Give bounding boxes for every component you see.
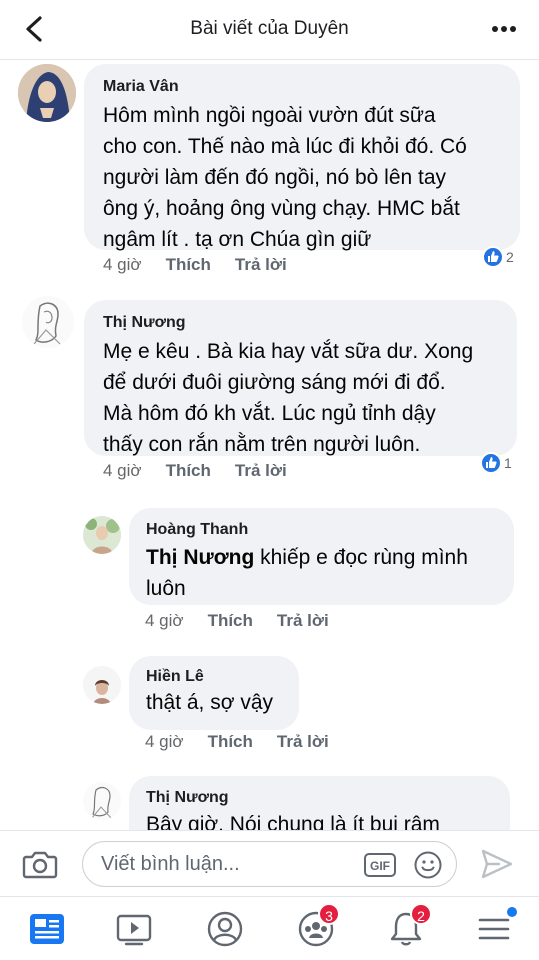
reply-button[interactable]: Trả lời: [235, 461, 287, 480]
like-button[interactable]: Thích: [166, 255, 211, 274]
gif-icon[interactable]: GIF: [363, 852, 397, 878]
reaction-count[interactable]: 2: [482, 246, 514, 268]
comment-line: ông ý, hoảng ông vùng chạy. HMC bắt: [103, 197, 460, 220]
reaction-count[interactable]: 1: [480, 452, 512, 474]
comment-line: người làm đến đó ngồi, nó bò lên tay: [103, 166, 447, 189]
comment-meta: 4 giờ Thích Trả lời: [103, 461, 311, 481]
comment-bubble[interactable]: Thị Nương Bây giờ. Nói chung là ít bụi r…: [129, 776, 510, 830]
notifications-badge: 2: [410, 903, 432, 925]
comment-author[interactable]: Maria Vân: [103, 78, 179, 96]
comment-line: Hôm mình ngồi ngoài vườn đút sữa: [103, 104, 436, 127]
comment-time: 4 giờ: [103, 461, 142, 480]
comment-author[interactable]: Thị Nương: [146, 789, 229, 807]
comment-time: 4 giờ: [103, 255, 142, 274]
top-bar: Bài viết của Duyên: [0, 0, 539, 60]
more-options-icon[interactable]: [491, 24, 517, 34]
reaction-number: 1: [504, 455, 512, 471]
comment-line: để dưới đuôi giường sáng mới đi đổ.: [103, 371, 446, 394]
comment-line: ngâm lít . tạ ơn Chúa gìn giữ: [103, 228, 372, 251]
avatar[interactable]: [83, 782, 121, 820]
comment-bubble[interactable]: Maria Vân Hôm mình ngồi ngoài vườn đút s…: [84, 64, 520, 251]
bottom-tab-bar: 3 2: [0, 896, 539, 960]
comment-author[interactable]: Thị Nương: [103, 314, 186, 332]
comment-time: 4 giờ: [145, 732, 184, 751]
reply-button[interactable]: Trả lời: [277, 611, 329, 630]
comment-text: Mẹ e kêu . Bà kia hay vắt sữa dư. Xong đ…: [103, 336, 473, 460]
avatar-image-icon: [18, 64, 76, 122]
comment-text: Thị Nương khiếp e đọc rùng mình luôn: [146, 542, 468, 604]
news-feed-icon[interactable]: [27, 909, 67, 949]
like-button[interactable]: Thích: [208, 732, 253, 751]
comment-author[interactable]: Hiền Lê: [146, 668, 204, 686]
avatar-image-icon: [83, 782, 121, 820]
comment-time: 4 giờ: [145, 611, 184, 630]
groups-badge: 3: [318, 903, 340, 925]
comment-meta: 4 giờ Thích Trả lời: [145, 732, 353, 752]
avatar-image-icon: [22, 296, 74, 348]
profile-icon[interactable]: [205, 909, 245, 949]
comment-input[interactable]: Viết bình luận... GIF: [82, 841, 457, 887]
emoji-icon[interactable]: [413, 850, 443, 880]
comment-line-rest: khiếp e đọc rùng mình: [254, 546, 468, 569]
comment-line: thật á, sợ vậy: [146, 691, 273, 714]
comment-bubble[interactable]: Hiền Lê thật á, sợ vậy: [129, 656, 299, 730]
comment-meta: 4 giờ Thích Trả lời: [103, 255, 311, 275]
menu-new-dot: [507, 907, 517, 917]
avatar-image-icon: [83, 516, 121, 554]
gif-label: GIF: [370, 859, 390, 873]
send-icon[interactable]: [480, 848, 514, 880]
mention-link[interactable]: Thị Nương: [146, 546, 254, 569]
camera-icon[interactable]: [22, 849, 58, 879]
reply-button[interactable]: Trả lời: [277, 732, 329, 751]
comment-text: thật á, sợ vậy: [146, 687, 273, 718]
comment-line: Bây giờ. Nói chung là ít bụi râm: [146, 813, 440, 830]
comment-author[interactable]: Hoàng Thanh: [146, 521, 248, 539]
comment-meta: 4 giờ Thích Trả lời: [145, 611, 353, 631]
comment-input-placeholder: Viết bình luận...: [101, 853, 240, 875]
comment-line: luôn: [146, 577, 186, 600]
comment-text: Hôm mình ngồi ngoài vườn đút sữa cho con…: [103, 100, 467, 255]
comment-bubble[interactable]: Hoàng Thanh Thị Nương khiếp e đọc rùng m…: [129, 508, 514, 605]
comment-line: cho con. Thế nào mà lúc đi khỏi đó. Có: [103, 135, 467, 158]
avatar[interactable]: [22, 296, 74, 348]
like-button[interactable]: Thích: [208, 611, 253, 630]
comment-line: Thị Nương khiếp e đọc rùng mình: [146, 542, 468, 573]
comment-bubble[interactable]: Thị Nương Mẹ e kêu . Bà kia hay vắt sữa …: [84, 300, 517, 456]
page-title: Bài viết của Duyên: [190, 18, 349, 39]
comment-text: Bây giờ. Nói chung là ít bụi râm: [146, 809, 440, 830]
avatar[interactable]: [83, 666, 121, 704]
comment-line: Mẹ e kêu . Bà kia hay vắt sữa dư. Xong: [103, 340, 474, 363]
watch-icon[interactable]: [114, 909, 154, 949]
like-button[interactable]: Thích: [166, 461, 211, 480]
reply-button[interactable]: Trả lời: [235, 255, 287, 274]
comment-line: thấy con rắn nằm trên người luôn.: [103, 433, 421, 456]
avatar[interactable]: [83, 516, 121, 554]
avatar-image-icon: [83, 666, 121, 704]
comment-composer: Viết bình luận... GIF: [0, 830, 539, 896]
comment-line: Mà hôm đó kh vắt. Lúc ngủ tỉnh dậy: [103, 402, 436, 425]
avatar[interactable]: [18, 64, 76, 122]
comment-thread: Maria Vân Hôm mình ngồi ngoài vườn đút s…: [0, 60, 539, 830]
like-reaction-icon: [480, 452, 502, 474]
like-reaction-icon: [482, 246, 504, 268]
reaction-number: 2: [506, 249, 514, 265]
